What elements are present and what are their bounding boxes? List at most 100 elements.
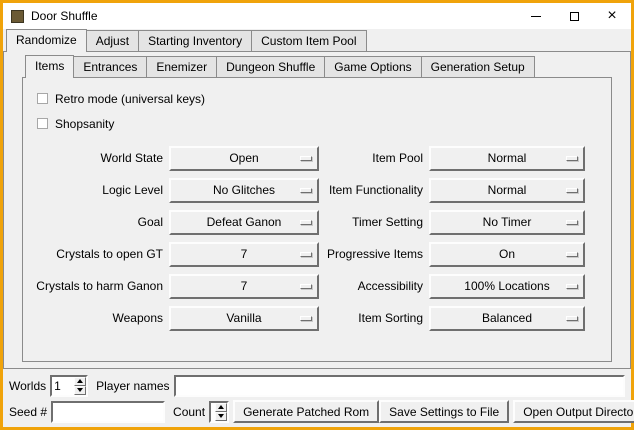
crystals-ganon-dropdown[interactable]: 7 (169, 274, 319, 299)
count-up-button[interactable] (215, 403, 227, 412)
close-icon: × (607, 11, 616, 21)
tab-entrances[interactable]: Entrances (73, 56, 147, 77)
world-state-label: World State (29, 151, 169, 165)
worlds-input[interactable] (52, 377, 74, 395)
menu-indicator-icon (566, 316, 578, 321)
window-content: Randomize Adjust Starting Inventory Cust… (3, 29, 631, 427)
window-controls: × (517, 3, 631, 29)
up-arrow-icon (218, 405, 224, 409)
settings-form: World State Open Item Pool Normal (29, 142, 605, 334)
count-down-button[interactable] (215, 412, 227, 421)
tab-adjust[interactable]: Adjust (86, 30, 139, 51)
menu-indicator-icon (300, 284, 312, 289)
worlds-row: Worlds Player names (9, 374, 625, 397)
item-functionality-dropdown[interactable]: Normal (429, 178, 585, 203)
weapons-dropdown[interactable]: Vanilla (169, 306, 319, 331)
minimize-icon (531, 16, 541, 17)
dropdown-value: Open (229, 151, 258, 165)
player-names-label: Player names (96, 379, 169, 393)
form-row: Weapons Vanilla Item Sorting Balanced (29, 302, 605, 334)
main-tabbar: Randomize Adjust Starting Inventory Cust… (3, 29, 631, 51)
retro-mode-checkbox[interactable] (37, 93, 48, 104)
dropdown-value: Normal (488, 183, 527, 197)
menu-indicator-icon (300, 220, 312, 225)
down-arrow-icon (77, 388, 83, 392)
progressive-items-dropdown[interactable]: On (429, 242, 585, 267)
worlds-up-button[interactable] (74, 377, 86, 386)
maximize-icon (570, 12, 579, 21)
tab-starting-inventory[interactable]: Starting Inventory (138, 30, 252, 51)
item-pool-dropdown[interactable]: Normal (429, 146, 585, 171)
window-title: Door Shuffle (31, 9, 98, 23)
bottom-bar: Worlds Player names Seed # Count (3, 369, 631, 427)
world-state-dropdown[interactable]: Open (169, 146, 319, 171)
down-arrow-icon (218, 414, 224, 418)
randomize-tab-pane: Items Entrances Enemizer Dungeon Shuffle… (3, 51, 631, 369)
dropdown-value: Balanced (482, 311, 532, 325)
crystals-ganon-label: Crystals to harm Ganon (29, 279, 169, 293)
tab-enemizer[interactable]: Enemizer (146, 56, 217, 77)
menu-indicator-icon (300, 156, 312, 161)
menu-indicator-icon (300, 252, 312, 257)
form-row: Logic Level No Glitches Item Functionali… (29, 174, 605, 206)
item-sorting-label: Item Sorting (319, 311, 429, 325)
worlds-label: Worlds (9, 379, 46, 393)
retro-mode-label: Retro mode (universal keys) (55, 92, 205, 106)
seed-row: Seed # Count Generate Patched Rom Save S… (9, 400, 625, 423)
timer-setting-dropdown[interactable]: No Timer (429, 210, 585, 235)
open-output-directory-button[interactable]: Open Output Directory (513, 400, 634, 423)
count-label: Count (173, 405, 205, 419)
dropdown-value: No Timer (483, 215, 532, 229)
tab-items[interactable]: Items (25, 55, 74, 78)
dropdown-value: Vanilla (226, 311, 261, 325)
crystals-gt-label: Crystals to open GT (29, 247, 169, 261)
shopsanity-row: Shopsanity (37, 111, 605, 136)
tab-randomize[interactable]: Randomize (6, 29, 87, 52)
tab-generation-setup[interactable]: Generation Setup (421, 56, 535, 77)
app-icon (11, 10, 24, 23)
crystals-gt-dropdown[interactable]: 7 (169, 242, 319, 267)
form-row: Goal Defeat Ganon Timer Setting No Timer (29, 206, 605, 238)
door-shuffle-window: Door Shuffle × Randomize Adjust Starting… (0, 0, 634, 430)
goal-dropdown[interactable]: Defeat Ganon (169, 210, 319, 235)
worlds-spinner[interactable] (50, 375, 88, 397)
tab-game-options[interactable]: Game Options (324, 56, 421, 77)
form-row: World State Open Item Pool Normal (29, 142, 605, 174)
progressive-items-label: Progressive Items (319, 247, 429, 261)
form-row: Crystals to harm Ganon 7 Accessibility 1… (29, 270, 605, 302)
generate-patched-rom-button[interactable]: Generate Patched Rom (233, 400, 379, 423)
item-functionality-label: Item Functionality (319, 183, 429, 197)
titlebar[interactable]: Door Shuffle × (3, 3, 631, 29)
settings-tabbar: Items Entrances Enemizer Dungeon Shuffle… (22, 55, 612, 77)
dropdown-value: On (499, 247, 515, 261)
tab-custom-item-pool[interactable]: Custom Item Pool (251, 30, 366, 51)
accessibility-label: Accessibility (319, 279, 429, 293)
accessibility-dropdown[interactable]: 100% Locations (429, 274, 585, 299)
minimize-button[interactable] (517, 3, 555, 29)
menu-indicator-icon (566, 252, 578, 257)
save-settings-button[interactable]: Save Settings to File (379, 400, 509, 423)
seed-input[interactable] (51, 401, 165, 423)
timer-setting-label: Timer Setting (319, 215, 429, 229)
close-button[interactable]: × (593, 3, 631, 29)
shopsanity-checkbox[interactable] (37, 118, 48, 129)
menu-indicator-icon (566, 156, 578, 161)
up-arrow-icon (77, 379, 83, 383)
worlds-down-button[interactable] (74, 386, 86, 395)
retro-mode-row: Retro mode (universal keys) (37, 86, 605, 111)
goal-label: Goal (29, 215, 169, 229)
form-row: Crystals to open GT 7 Progressive Items … (29, 238, 605, 270)
items-tab-pane: Retro mode (universal keys) Shopsanity W… (22, 77, 612, 362)
tab-dungeon-shuffle[interactable]: Dungeon Shuffle (216, 56, 325, 77)
shopsanity-label: Shopsanity (55, 117, 114, 131)
logic-level-label: Logic Level (29, 183, 169, 197)
player-names-input[interactable] (174, 375, 626, 397)
logic-level-dropdown[interactable]: No Glitches (169, 178, 319, 203)
dropdown-value: 7 (241, 247, 248, 261)
item-sorting-dropdown[interactable]: Balanced (429, 306, 585, 331)
menu-indicator-icon (566, 284, 578, 289)
maximize-button[interactable] (555, 3, 593, 29)
count-spinner[interactable] (209, 401, 229, 423)
dropdown-value: Normal (488, 151, 527, 165)
menu-indicator-icon (566, 220, 578, 225)
